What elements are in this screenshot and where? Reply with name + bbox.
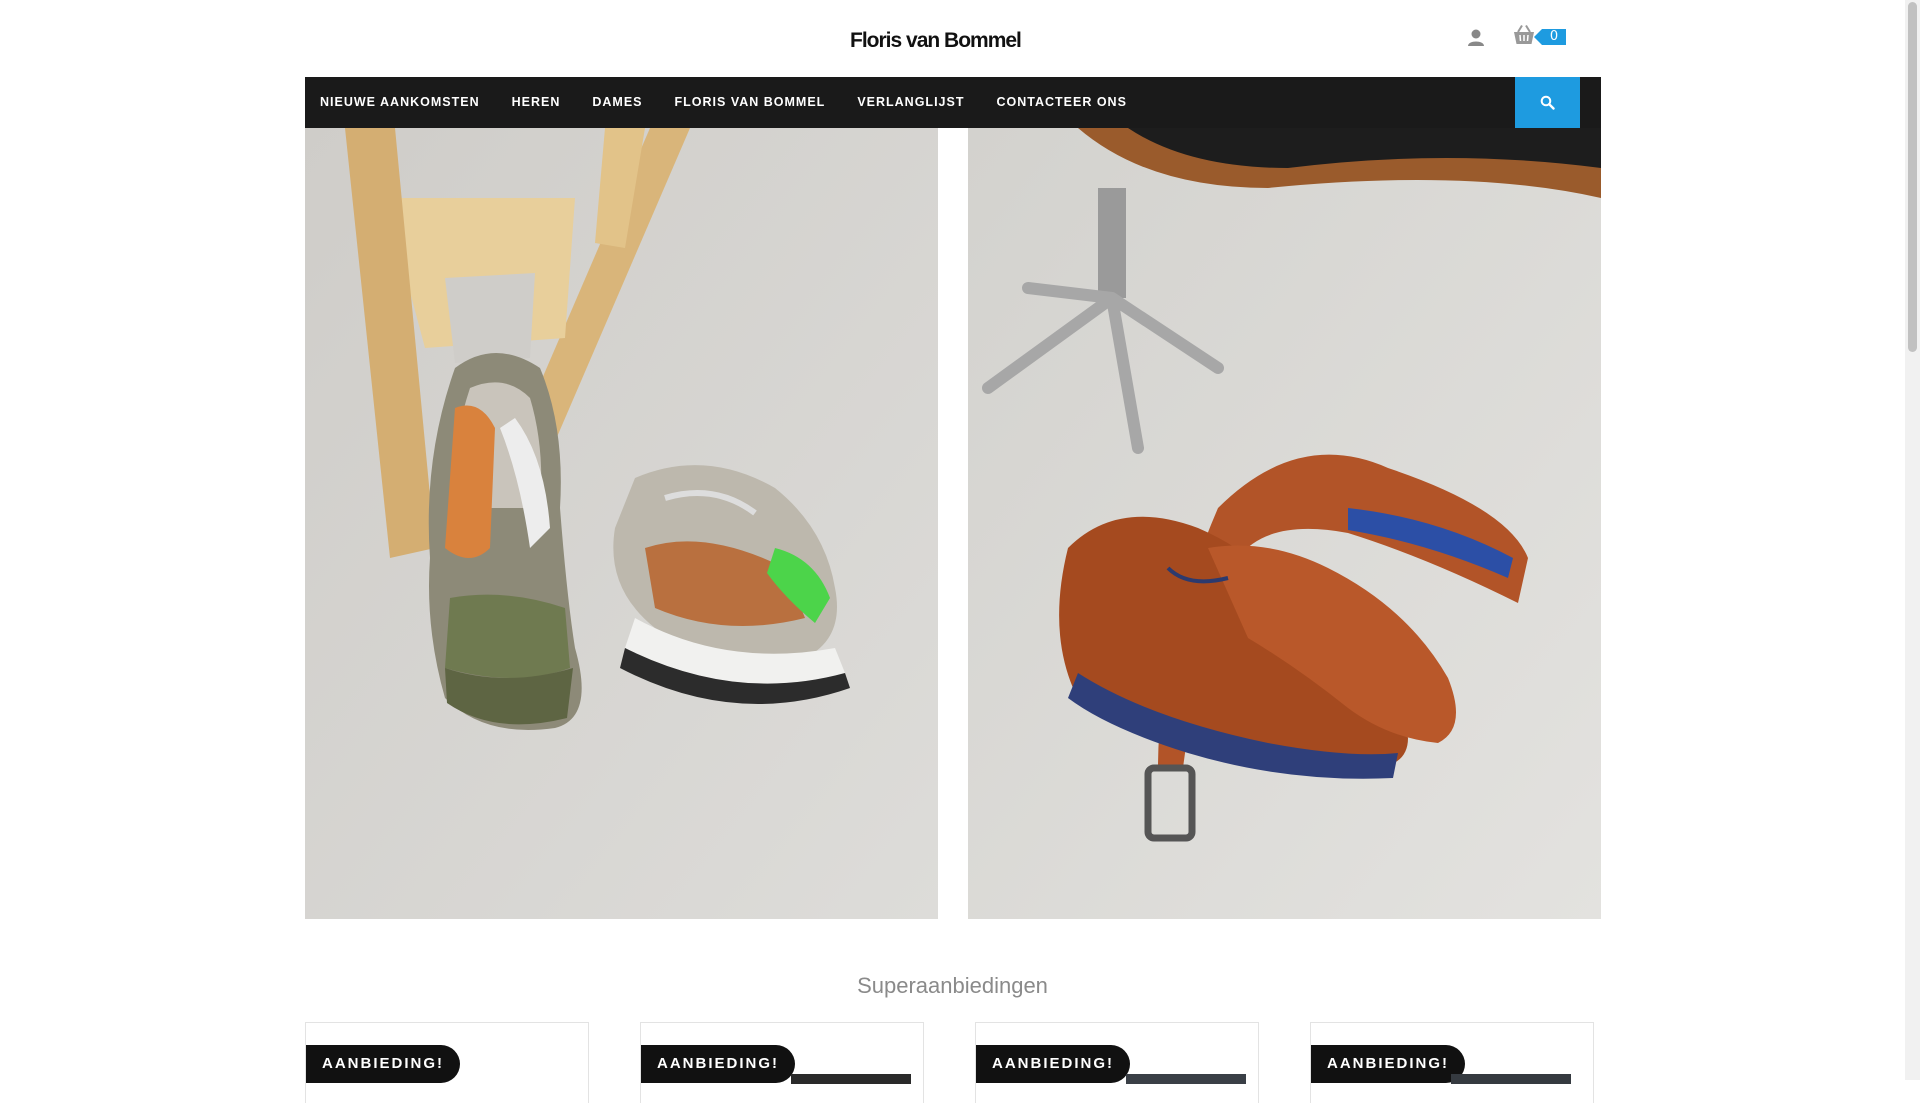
- scrollbar-thumb[interactable]: [1908, 2, 1917, 352]
- basket-icon: [1512, 24, 1536, 50]
- product-card[interactable]: AANBIEDING!: [305, 1022, 589, 1103]
- nav-item-floris-van-bommel[interactable]: FLORIS VAN BOMMEL: [660, 77, 843, 128]
- nav-item-nieuwe-aankomsten[interactable]: NIEUWE AANKOMSTEN: [305, 77, 497, 128]
- product-image: [1126, 1074, 1246, 1084]
- product-card[interactable]: AANBIEDING!: [640, 1022, 924, 1103]
- deals-section-title: Superaanbiedingen: [857, 973, 1048, 999]
- nav-item-contacteer-ons[interactable]: CONTACTEER ONS: [981, 77, 1143, 128]
- nav-item-dames[interactable]: DAMES: [577, 77, 659, 128]
- sale-badge: AANBIEDING!: [1311, 1045, 1465, 1083]
- cart-count-badge: 0: [1534, 29, 1566, 45]
- nav-item-heren[interactable]: HEREN: [497, 77, 578, 128]
- sale-badge: AANBIEDING!: [306, 1045, 460, 1083]
- product-card[interactable]: AANBIEDING!: [975, 1022, 1259, 1103]
- user-icon[interactable]: [1466, 28, 1486, 48]
- shoes-belt-banner[interactable]: [968, 128, 1601, 919]
- cart-button[interactable]: 0: [1512, 24, 1572, 52]
- product-card[interactable]: AANBIEDING!: [1310, 1022, 1594, 1103]
- site-header: Floris van Bommel 0: [0, 0, 1905, 77]
- sale-badge: AANBIEDING!: [976, 1045, 1130, 1083]
- sneakers-banner[interactable]: [305, 128, 938, 919]
- brand-logo[interactable]: Floris van Bommel: [850, 28, 1052, 52]
- page-scrollbar[interactable]: [1905, 0, 1920, 1080]
- svg-text:Floris van Bommel: Floris van Bommel: [850, 29, 1021, 52]
- nav-item-verlanglijst[interactable]: VERLANGLIJST: [842, 77, 981, 128]
- product-image: [791, 1074, 911, 1084]
- shoes-belt-photo: [968, 128, 1601, 919]
- main-nav: NIEUWE AANKOMSTEN HEREN DAMES FLORIS VAN…: [305, 77, 1601, 128]
- search-button[interactable]: [1515, 77, 1580, 128]
- sale-badge: AANBIEDING!: [641, 1045, 795, 1083]
- product-image: [1451, 1074, 1571, 1084]
- sneakers-photo: [305, 128, 938, 919]
